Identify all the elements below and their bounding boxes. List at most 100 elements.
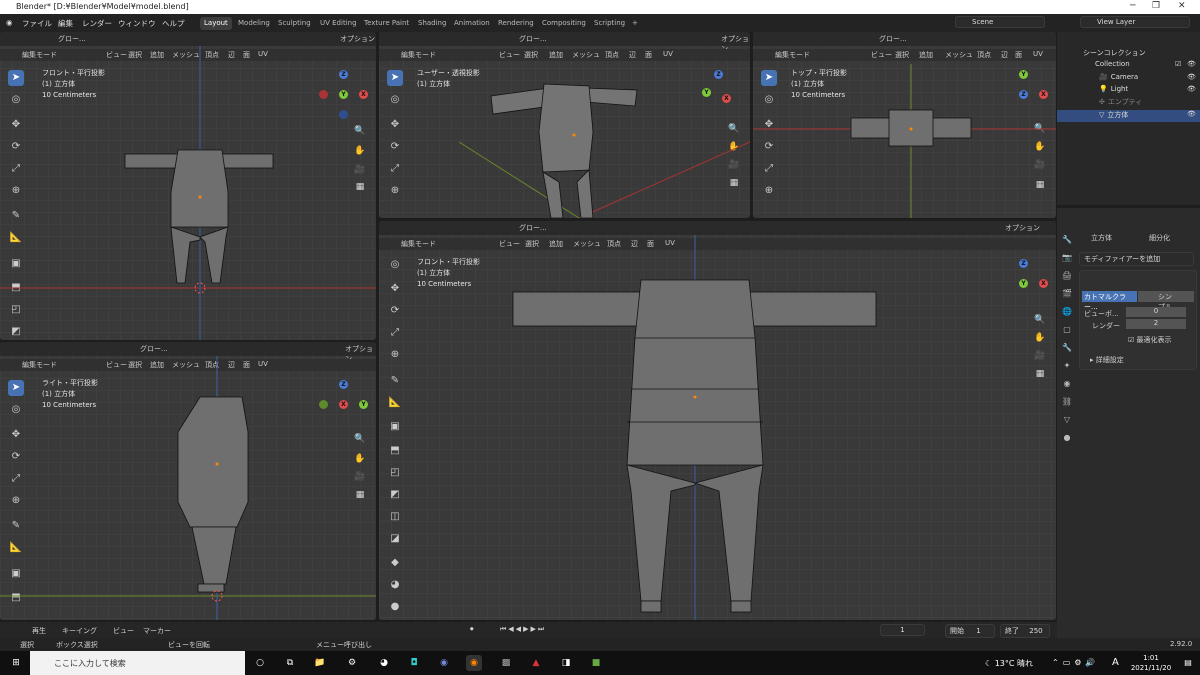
scene-selector[interactable]: Scene — [955, 16, 1045, 28]
simple-button[interactable]: シンプル — [1138, 291, 1194, 311]
add-modifier-button[interactable]: モディファイアーを追加 — [1079, 252, 1194, 266]
gizmo-x-icon[interactable]: X — [1039, 279, 1048, 288]
start-frame-field[interactable]: 開始 1 — [945, 624, 995, 638]
tool-tab-icon[interactable]: 🔧 — [1061, 234, 1073, 246]
angular-icon[interactable]: ▲ — [528, 655, 544, 671]
tab-modeling[interactable]: Modeling — [234, 17, 274, 30]
output-tab-icon[interactable]: 🖨 — [1061, 270, 1073, 282]
end-frame-field[interactable]: 終了 250 — [1000, 624, 1050, 638]
menu-edit[interactable]: 編集 — [58, 18, 73, 29]
minecraft-icon[interactable]: ■ — [588, 655, 604, 671]
gizmo-y-icon[interactable]: Y — [359, 400, 368, 409]
gizmo-x-icon[interactable]: X — [359, 90, 368, 99]
tab-sculpting[interactable]: Sculpting — [274, 17, 315, 30]
outliner-item-light[interactable]: 💡 Light 👁 — [1057, 85, 1200, 97]
gizmo-x-icon[interactable]: X — [722, 94, 731, 103]
chrome-icon[interactable]: ◕ — [376, 655, 392, 671]
outliner-scene-collection[interactable]: シーンコレクション — [1057, 48, 1200, 60]
minimize-icon[interactable]: ─ — [1130, 1, 1135, 11]
eye-icon[interactable]: 👁 — [1187, 60, 1196, 68]
data-tab-icon[interactable]: ▽ — [1061, 414, 1073, 426]
gizmo-negz-icon[interactable] — [339, 110, 348, 119]
gizmo-y-icon[interactable]: Y — [1019, 70, 1028, 79]
blender-logo-icon[interactable]: ◉ — [6, 18, 13, 27]
eye-icon[interactable]: 👁 — [1187, 110, 1196, 118]
tab-animation[interactable]: Animation — [450, 17, 494, 30]
menu-help[interactable]: ヘルプ — [162, 18, 185, 29]
eye-icon[interactable]: 👁 — [1187, 73, 1196, 81]
windows-start-icon[interactable]: ⊞ — [8, 655, 24, 671]
object-tab-icon[interactable]: ▢ — [1061, 324, 1073, 336]
ime-indicator[interactable]: A — [1112, 657, 1119, 668]
menu-render[interactable]: レンダー — [82, 18, 112, 29]
material-tab-icon[interactable]: ● — [1061, 432, 1073, 444]
tab-compositing[interactable]: Compositing — [538, 17, 590, 30]
blender-taskbar-icon[interactable]: ◉ — [466, 655, 482, 671]
gizmo-y-icon[interactable]: Y — [1019, 279, 1028, 288]
playback-menu[interactable]: 再生 — [32, 626, 46, 636]
keying-menu[interactable]: キーイング — [62, 626, 97, 636]
tab-uv-editing[interactable]: UV Editing — [316, 17, 361, 30]
eye-icon[interactable]: 👁 — [1187, 85, 1196, 93]
viewport-front[interactable]: グロー... オプション 編集モード ビュー 選択 追加 メッシュ 頂点 辺 面… — [0, 32, 376, 340]
advanced-section[interactable]: ▸ 詳細設定 — [1090, 355, 1124, 365]
outliner-item-empty[interactable]: ✣ エンプティ — [1057, 97, 1200, 109]
tab-scripting[interactable]: Scripting — [590, 17, 629, 30]
gizmo-z-icon[interactable]: Z — [714, 70, 723, 79]
particles-tab-icon[interactable]: ✦ — [1061, 360, 1073, 372]
outliner-item-cube[interactable]: ▽ 立方体 👁 — [1057, 110, 1200, 122]
settings-icon[interactable]: ⚙ — [344, 655, 360, 671]
tab-texture-paint[interactable]: Texture Paint — [360, 17, 413, 30]
checkbox-icon[interactable]: ☑ — [1175, 60, 1181, 68]
gizmo-x-icon[interactable]: X — [339, 400, 348, 409]
render-tab-icon[interactable]: 📷 — [1061, 252, 1073, 264]
app-icon-2[interactable]: ▩ — [498, 655, 514, 671]
menu-file[interactable]: ファイル — [22, 18, 52, 29]
gizmo-y-icon[interactable]: Y — [339, 90, 348, 99]
optimal-display-checkbox[interactable]: ☑ 最適化表示 — [1128, 335, 1172, 345]
outliner-item-camera[interactable]: 🎥 Camera 👁 — [1057, 73, 1200, 85]
clock[interactable]: 1:01 2021/11/20 — [1126, 653, 1176, 673]
taskbar-search-input[interactable]: ここに入力して検索 — [30, 651, 245, 675]
gizmo-x-icon[interactable]: X — [1039, 90, 1048, 99]
maximize-icon[interactable]: ❐ — [1152, 1, 1160, 11]
view-layer-selector[interactable]: View Layer — [1080, 16, 1190, 28]
scene-tab-icon[interactable]: 🎬 — [1061, 288, 1073, 300]
current-frame-field[interactable]: 1 — [880, 624, 925, 636]
viewport-top[interactable]: グロー... 編集モード ビュー 選択 追加 メッシュ 頂点 辺 面 UV トッ… — [753, 32, 1056, 218]
gizmo-negy-icon[interactable] — [319, 400, 328, 409]
discord-icon[interactable]: ◉ — [436, 655, 452, 671]
tab-shading[interactable]: Shading — [414, 17, 450, 30]
file-explorer-icon[interactable]: 📁 — [312, 655, 328, 671]
task-view-icon[interactable]: ⧉ — [282, 655, 298, 671]
gizmo-y-icon[interactable]: Y — [702, 88, 711, 97]
gizmo-z-icon[interactable]: Z — [339, 70, 348, 79]
world-tab-icon[interactable]: 🌐 — [1061, 306, 1073, 318]
modifier-tab-icon[interactable]: 🔧 — [1061, 342, 1073, 354]
cortana-icon[interactable]: ○ — [252, 655, 268, 671]
marker-menu[interactable]: マーカー — [143, 626, 171, 636]
render-level-field[interactable]: 2 — [1126, 319, 1186, 329]
close-icon[interactable]: ✕ — [1178, 1, 1186, 11]
constraints-tab-icon[interactable]: ⛓ — [1061, 396, 1073, 408]
gizmo-z-icon[interactable]: Z — [1019, 90, 1028, 99]
view-menu[interactable]: ビュー — [113, 626, 134, 636]
tab-layout[interactable]: Layout — [200, 17, 232, 30]
catmull-clark-button[interactable]: カトマルクラー... — [1082, 291, 1137, 311]
viewport-right[interactable]: グロー... オプション 編集モード ビュー 選択 追加 メッシュ 頂点 辺 面… — [0, 342, 376, 620]
app-icon-3[interactable]: ◨ — [558, 655, 574, 671]
outliner-collection[interactable]: Collection ☑ 👁 — [1057, 60, 1200, 72]
tab-rendering[interactable]: Rendering — [494, 17, 538, 30]
viewport-user[interactable]: グロー... オプション 編集モード ビュー 選択 追加 メッシュ 頂点 辺 面… — [379, 32, 750, 218]
system-tray-icons[interactable]: ⌃▭⚙🔊 — [1052, 658, 1099, 667]
viewport-main[interactable]: グロー... オプション 編集モード ビュー 選択 追加 メッシュ 頂点 辺 面… — [379, 221, 1056, 620]
menu-window[interactable]: ウィンドウ — [118, 18, 156, 29]
gizmo-z-icon[interactable]: Z — [339, 380, 348, 389]
gizmo-z-icon[interactable]: Z — [1019, 259, 1028, 268]
notification-icon[interactable]: ▤ — [1180, 655, 1196, 671]
gizmo-negx-icon[interactable] — [319, 90, 328, 99]
record-icon[interactable]: ⏺ — [470, 625, 474, 634]
app-icon[interactable]: ◘ — [406, 655, 422, 671]
playback-controls[interactable]: ⏮◀◀▶▶⏭ — [500, 625, 546, 634]
viewport-level-field[interactable]: 0 — [1126, 307, 1186, 317]
